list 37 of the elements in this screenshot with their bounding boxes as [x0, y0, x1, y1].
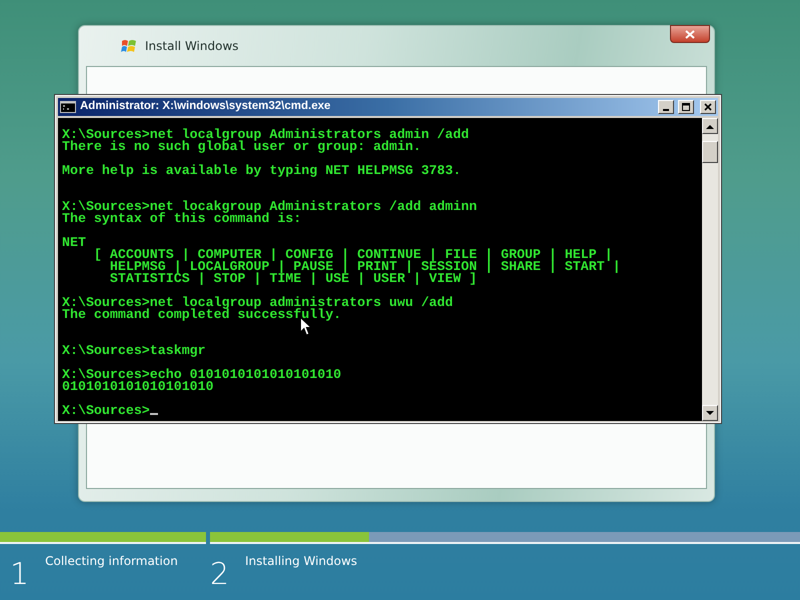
console-line: More help is available by typing NET HELPMSG 3783.: [62, 165, 462, 177]
console-line: NET: [62, 237, 87, 249]
console-line: X:\Sources>taskmgr: [62, 345, 207, 357]
window-title: Install Windows: [145, 38, 239, 55]
window-maximize-button[interactable]: [678, 100, 694, 114]
scroll-down-button[interactable]: [702, 405, 718, 421]
console-line: X:\Sources>net localgroup administrators uwu /add: [62, 297, 454, 309]
down-arrow-icon: [706, 410, 714, 416]
step-label: Installing Windows: [245, 553, 358, 570]
console-line: X:\Sources>net locakgroup Administrators /add adminn: [62, 201, 478, 213]
console-line: STATISTICS | STOP | TIME | USE | USER | VIEW ]: [108, 273, 478, 285]
step-label: Collecting information: [45, 553, 178, 570]
step-number: 1: [10, 560, 30, 590]
console-line: X:\Sources>net localgroup Administrators admin /add: [62, 129, 470, 141]
step-number: 2: [210, 560, 230, 590]
console-prompt: X:\Sources>: [62, 403, 150, 418]
console-icon: [60, 101, 76, 113]
console-line: 0101010101010101010: [62, 381, 215, 393]
window-minimize-button[interactable]: [658, 100, 674, 114]
console-line: [ ACCOUNTS | COMPUTER | CONFIG | CONTINUE | FILE | GROUP | HELP |: [92, 249, 614, 261]
window-close-button[interactable]: [700, 100, 716, 114]
windows-logo-icon: [121, 38, 137, 54]
console-line: The command completed successfully.: [62, 309, 342, 321]
maximize-icon: [681, 102, 691, 112]
close-button[interactable]: [670, 25, 710, 43]
console-line: There is no such global user or group: admin.: [62, 141, 422, 153]
up-arrow-icon: [706, 124, 714, 128]
scrollbar-thumb[interactable]: [702, 141, 718, 163]
console-line: X:\Sources>echo 0101010101010101010: [62, 369, 342, 381]
close-icon: [703, 102, 713, 112]
console-line: The syntax of this command is:: [62, 213, 302, 225]
text-cursor: [150, 413, 158, 415]
console-line: HELPMSG | LOCALGROUP | PAUSE | PRINT | SESSION | SHARE | START |: [108, 261, 622, 273]
window-title: Administrator: X:\windows\system32\cmd.exe: [80, 99, 332, 114]
minimize-icon: [663, 109, 669, 111]
close-icon: [685, 30, 695, 38]
scroll-up-button[interactable]: [702, 118, 718, 134]
